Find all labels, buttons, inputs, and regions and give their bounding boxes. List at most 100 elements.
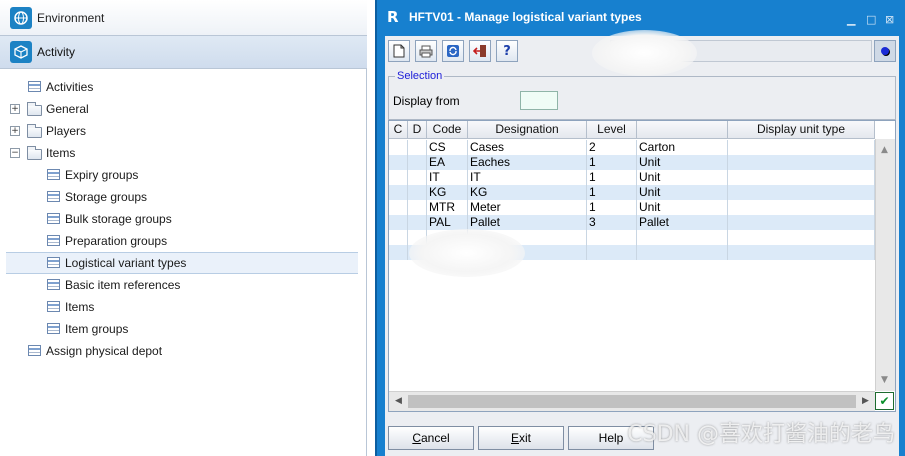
cell-d [408,170,427,185]
column-header-display-unit-type[interactable]: Display unit type [728,121,875,139]
cell-d [408,185,427,200]
cell-display-unit-type [728,215,875,230]
folder-icon [27,124,42,138]
tree-item-logistical-variant-types[interactable]: Logistical variant types [6,252,358,274]
activity-header[interactable]: Activity [0,36,367,69]
tree-item-activities[interactable]: Activities [0,76,367,98]
table-row[interactable]: KG KG 1 Unit [389,185,875,200]
column-header-unit[interactable] [637,121,728,139]
new-document-button[interactable] [388,40,410,62]
column-header-d[interactable]: D [408,121,427,139]
column-header-level[interactable]: Level [587,121,637,139]
status-button[interactable] [874,40,896,62]
selection-legend: Selection [395,70,445,82]
cell-display-unit-type [728,155,875,170]
tree-item-label: Logistical variant types [65,256,187,270]
cell-c [389,140,408,155]
exit-button[interactable]: Exit [478,426,564,450]
scroll-down-icon[interactable]: ▼ [881,375,888,385]
tree-item-general[interactable]: + General [0,98,367,120]
cell-unit: Pallet [637,215,728,230]
cell-level: 3 [587,215,637,230]
table-row[interactable]: EA Eaches 1 Unit [389,155,875,170]
table-icon [47,279,60,290]
table-row[interactable]: MTR Meter 1 Unit [389,200,875,215]
cell-unit: Unit [637,155,728,170]
refresh-button[interactable] [442,40,464,62]
tree-item-bulk-storage-groups[interactable]: Bulk storage groups [0,208,367,230]
tree-item-label: Bulk storage groups [65,212,172,226]
table-icon [47,301,60,312]
table-icon [47,235,60,246]
tree-item-players[interactable]: + Players [0,120,367,142]
cell-code: KG [427,185,468,200]
tree-item-label: Items [46,146,76,160]
table-row[interactable]: PAL Pallet 3 Pallet [389,215,875,230]
environment-label: Environment [37,10,105,25]
scroll-right-icon[interactable]: ▶ [862,396,869,406]
exit-door-button[interactable] [469,40,491,62]
scroll-left-icon[interactable]: ◀ [395,396,402,406]
help-label: Help [598,431,624,445]
help-button[interactable]: ? [496,40,518,62]
tree-item-expiry-groups[interactable]: Expiry groups [0,164,367,186]
cube-icon [10,41,32,63]
table-row[interactable]: CS Cases 2 Carton [389,140,875,155]
cell-unit: Unit [637,185,728,200]
watermark-text: CSDN @喜欢打酱油的老鸟 [627,422,895,447]
tree-item-label: Assign physical depot [46,344,163,358]
close-icon[interactable]: ⊠ [885,13,894,26]
cell-d [408,155,427,170]
tree-item-assign-physical-depot[interactable]: Assign physical depot [0,340,367,362]
redacted-region [409,229,525,277]
table-icon [47,323,60,334]
cell-code: PAL [427,215,468,230]
cell-code: MTR [427,200,468,215]
cell-level [587,245,637,260]
tree-item-label: Players [46,124,87,138]
cell-designation: Meter [468,200,587,215]
cell-display-unit-type [728,245,875,260]
cell-display-unit-type [728,170,875,185]
tree-item-label: Basic item references [65,278,181,292]
display-from-input[interactable] [520,91,558,110]
column-header-c[interactable]: C [389,121,408,139]
tree-item-items-folder[interactable]: − Items [0,142,367,164]
checkmark-icon: ✔ [879,394,890,408]
tree-item-label: Expiry groups [65,168,139,182]
maximize-icon[interactable]: □ [866,13,876,26]
collapse-minus-icon[interactable]: − [10,148,20,158]
cell-code: IT [427,170,468,185]
expand-plus-icon[interactable]: + [10,126,20,136]
tree-item-preparation-groups[interactable]: Preparation groups [0,230,367,252]
print-button[interactable] [415,40,437,62]
environment-header[interactable]: Environment [0,0,367,36]
scroll-up-icon[interactable]: ▲ [881,145,888,155]
activity-tree: Activities + General + Players − Items E… [0,76,367,362]
print-icon [419,45,433,57]
cancel-button[interactable]: Cancel [388,426,474,450]
folder-icon [27,102,42,116]
table-row[interactable]: IT IT 1 Unit [389,170,875,185]
tree-item-label: Item groups [65,322,129,336]
scrollbar-thumb[interactable] [408,395,856,408]
window-titlebar[interactable]: R HFTV01 - Manage logistical variant typ… [377,0,905,34]
horizontal-scrollbar[interactable]: ◀ ▶ [389,391,875,411]
tree-item-basic-item-references[interactable]: Basic item references [0,274,367,296]
cell-c [389,155,408,170]
tree-item-storage-groups[interactable]: Storage groups [0,186,367,208]
cell-level: 1 [587,155,637,170]
minimize-icon[interactable]: ▁ [847,13,855,26]
cell-c [389,230,408,245]
cell-designation: Eaches [468,155,587,170]
table-icon [47,169,60,180]
tree-item-label: General [46,102,89,116]
vertical-scrollbar[interactable]: ▲ ▼ [875,139,895,391]
column-header-code[interactable]: Code [427,121,468,139]
confirm-check-button[interactable]: ✔ [875,392,894,410]
column-header-designation[interactable]: Designation [468,121,587,139]
tree-item-item-groups[interactable]: Item groups [0,318,367,340]
open-folder-icon [27,146,42,160]
expand-plus-icon[interactable]: + [10,104,20,114]
tree-item-items[interactable]: Items [0,296,367,318]
